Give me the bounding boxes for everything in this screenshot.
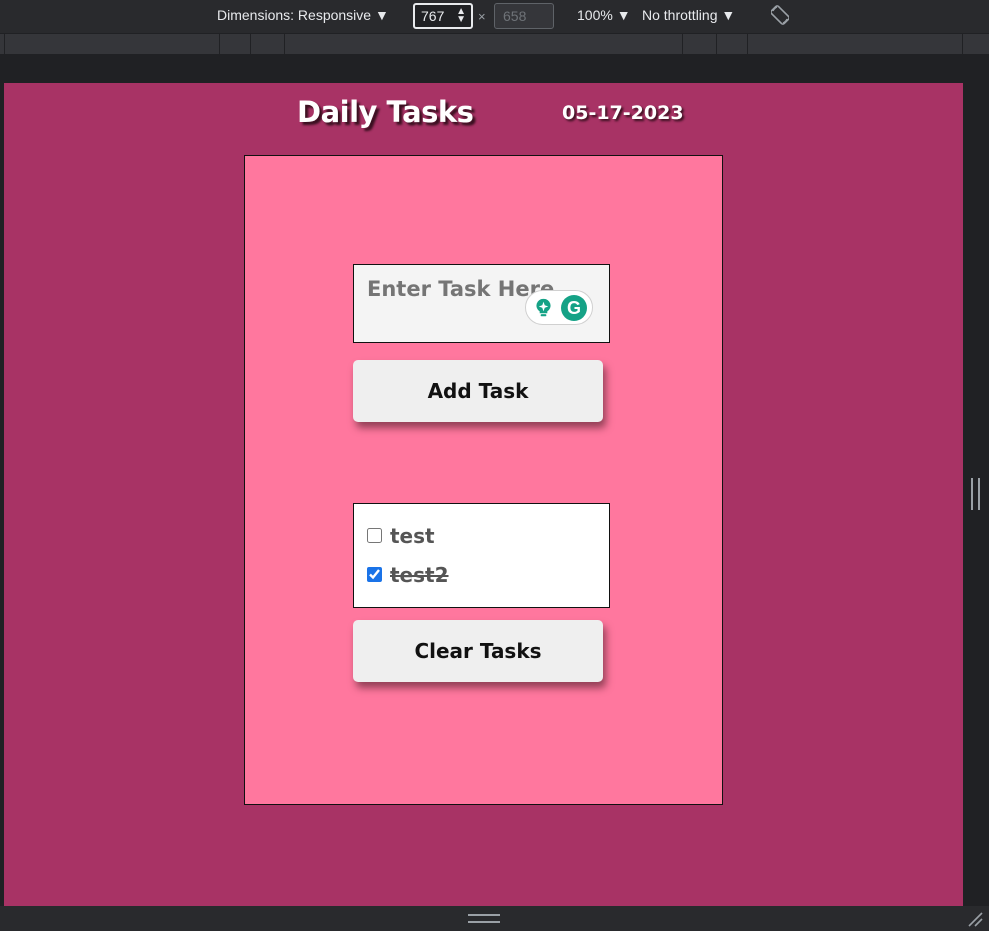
task-list: test test2	[353, 503, 610, 608]
task-checkbox[interactable]	[367, 528, 382, 543]
task-item-test[interactable]: test	[367, 516, 596, 555]
viewport-top-gap	[0, 55, 989, 83]
current-date: 05-17-2023	[562, 102, 684, 124]
task-checkbox-checked[interactable]	[367, 567, 382, 582]
clear-tasks-button[interactable]: Clear Tasks	[353, 620, 603, 682]
lightbulb-icon[interactable]	[533, 297, 554, 318]
rotate-icon[interactable]	[770, 5, 790, 28]
task-input-placeholder: Enter Task Here	[367, 277, 555, 301]
height-placeholder: 658	[503, 8, 527, 24]
add-task-button[interactable]: Add Task	[353, 360, 603, 422]
task-card: Enter Task Here G Add Task test test2 Cl…	[244, 155, 723, 805]
ruler-segment[interactable]	[219, 34, 220, 54]
ruler-segment[interactable]	[284, 34, 285, 54]
grammarly-widget[interactable]: G	[525, 290, 593, 325]
width-input[interactable]: 767 ▲ ▼	[413, 3, 473, 29]
ruler-segment[interactable]	[716, 34, 717, 54]
emulated-viewport: Daily Tasks 05-17-2023 Enter Task Here G…	[4, 83, 963, 906]
resize-handle-icon[interactable]	[468, 914, 500, 923]
task-label-completed: test2	[390, 562, 449, 587]
zoom-dropdown[interactable]: 100% ▼	[577, 7, 631, 23]
throttling-dropdown[interactable]: No throttling ▼	[642, 7, 735, 23]
devtools-device-toolbar: Dimensions: Responsive ▼ 767 ▲ ▼ × 658 10…	[0, 0, 989, 33]
ruler-segment[interactable]	[250, 34, 251, 54]
grammarly-logo-icon[interactable]: G	[561, 295, 587, 321]
task-label: test	[390, 523, 435, 548]
ruler-segment[interactable]	[682, 34, 683, 54]
corner-grip-icon[interactable]	[966, 910, 984, 928]
task-input[interactable]: Enter Task Here G	[353, 264, 610, 343]
ruler-segment[interactable]	[962, 34, 963, 54]
times-sign: ×	[478, 9, 486, 24]
media-query-ruler[interactable]	[0, 33, 989, 55]
height-input[interactable]: 658	[494, 3, 554, 29]
ruler-segment[interactable]	[747, 34, 748, 54]
task-item-test2[interactable]: test2	[367, 555, 596, 594]
spin-arrows-icon[interactable]: ▲ ▼	[456, 7, 466, 25]
dimensions-dropdown[interactable]: Dimensions: Responsive ▼	[217, 7, 389, 23]
ruler-segment[interactable]	[4, 34, 5, 54]
resize-handle-icon[interactable]	[971, 478, 980, 510]
page-title: Daily Tasks	[297, 95, 474, 129]
width-value: 767	[421, 8, 445, 24]
